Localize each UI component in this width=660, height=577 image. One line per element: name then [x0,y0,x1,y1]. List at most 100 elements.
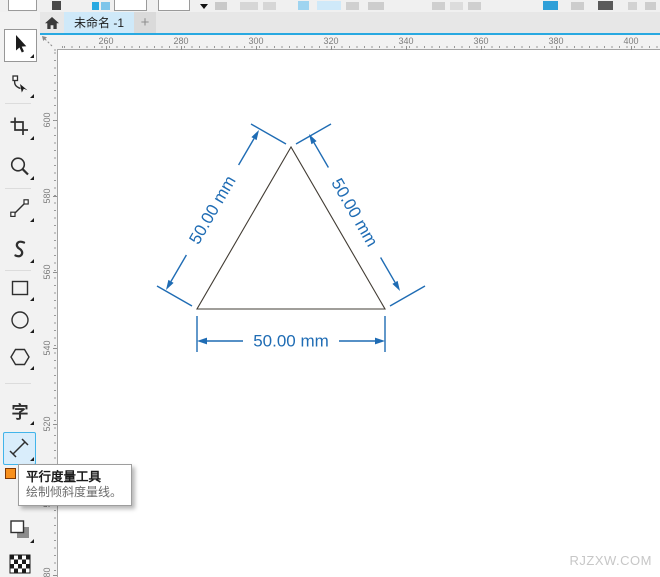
artistic-media-icon [14,240,26,258]
propbar-fragment [317,1,341,10]
transparency-icon [9,554,31,574]
ruler-label: 320 [319,36,343,50]
dimension-label-bottom: 50.00 mm [253,332,329,351]
flyout-indicator [30,366,34,370]
propbar-fragment [450,2,463,10]
document-tab-bar: 未命名 -1 + [40,12,660,33]
flyout-indicator [30,539,34,543]
ruler-label: 380 [544,36,568,50]
shape-tool[interactable] [3,70,37,100]
propbar-fragment [215,2,227,10]
drop-shadow-tool[interactable] [3,515,37,545]
propbar-fragment [645,2,656,10]
home-button[interactable] [40,12,64,33]
parallel-dimension-tool[interactable] [3,433,37,463]
ruler-minor-ticks [58,46,660,48]
shape-icon [12,75,28,93]
toolbox-separator [5,383,31,384]
flyout-indicator [30,94,34,98]
propbar-fragment [368,2,384,10]
watermark: RJZXW.COM [569,553,652,568]
ruler-label: 280 [169,36,193,50]
plus-icon: + [140,14,150,31]
ruler-origin-icon [42,36,53,47]
drawing-layer: 50.00 mm 50.00 mm 50.00 mm [156,123,426,352]
flyout-indicator [30,176,34,180]
propbar-fragment [158,0,190,11]
new-tab-button[interactable]: + [134,12,157,33]
polygon-tool[interactable] [3,342,37,372]
tooltip-title: 平行度量工具 [26,470,102,484]
tooltip-description: 绘制倾斜度量线。 [26,485,123,499]
propbar-fragment [543,1,558,10]
zoom-icon [10,157,29,176]
ruler-label: 340 [394,36,418,50]
propbar-fragment [240,2,258,10]
flyout-indicator [30,259,34,263]
coreldraw-window: 未命名 -1 + 260 280 300 320 340 360 380 400… [0,0,660,577]
ruler-label: 300 [244,36,268,50]
propbar-fragment [298,1,309,10]
ruler-label: 400 [619,36,643,50]
propbar-fragment [8,0,37,11]
freehand-icon [10,199,29,217]
propbar-fragment [468,2,481,10]
ruler-label: 520 [42,416,52,432]
polygon-icon [10,348,30,366]
flyout-indicator [30,136,34,140]
dropdown-arrow-icon [200,4,208,9]
toolbox-separator [5,270,31,271]
propbar-fragment [52,1,61,10]
dimension-label-right: 50.00 mm [327,175,381,250]
horizontal-ruler[interactable]: 260 280 300 320 340 360 380 400 [58,35,660,50]
flyout-indicator [30,297,34,301]
ruler-label: 260 [94,36,118,50]
ruler-label: 600 [42,112,52,128]
ruler-origin[interactable] [40,35,58,49]
dimension-label-left: 50.00 mm [185,173,239,248]
freehand-tool[interactable] [3,194,37,224]
flyout-indicator [30,421,34,425]
propbar-fragment [432,2,445,10]
pick-icon [16,35,27,53]
transparency-tool[interactable] [3,549,37,577]
ruler-label: 540 [42,340,52,356]
ruler-label: 580 [42,188,52,204]
propbar-fragment [263,2,276,10]
ellipse-icon [11,311,29,329]
ellipse-tool[interactable] [3,305,37,335]
ruler-label: 480 [42,567,52,577]
tab-label: 未命名 -1 [74,16,125,30]
flyout-indicator [30,218,34,222]
text-tool-icon: 字 [11,402,29,422]
ruler-label: 360 [469,36,493,50]
tooltip-parallel-dimension: 平行度量工具 绘制倾斜度量线。 [18,464,133,506]
connector-tool-node-icon[interactable] [5,468,16,479]
parallel-dimension-icon [9,438,29,458]
propbar-fragment [101,2,110,10]
zoom-tool[interactable] [3,152,37,182]
artistic-media-tool[interactable] [3,235,37,265]
property-bar [0,0,660,12]
drop-shadow-icon [10,520,29,538]
propbar-fragment [628,2,637,10]
propbar-fragment [346,2,359,10]
propbar-fragment [114,0,147,11]
crop-icon [10,117,28,135]
rectangle-icon [11,280,29,296]
flyout-indicator [30,329,34,333]
drawing-canvas[interactable]: 50.00 mm 50.00 mm 50.00 mm RJZXW.COM [58,50,660,577]
tab-untitled-document[interactable]: 未命名 -1 [64,12,135,33]
crop-tool[interactable] [3,112,37,142]
toolbox-separator [5,188,31,189]
propbar-fragment [92,2,99,10]
propbar-fragment [571,2,584,10]
rectangle-tool[interactable] [3,273,37,303]
flyout-indicator [30,54,34,58]
home-icon [45,16,59,29]
propbar-fragment [598,1,613,10]
flyout-indicator [30,457,34,461]
toolbox-separator [5,103,31,104]
pick-tool[interactable] [3,30,37,60]
text-tool[interactable]: 字 [3,397,37,427]
